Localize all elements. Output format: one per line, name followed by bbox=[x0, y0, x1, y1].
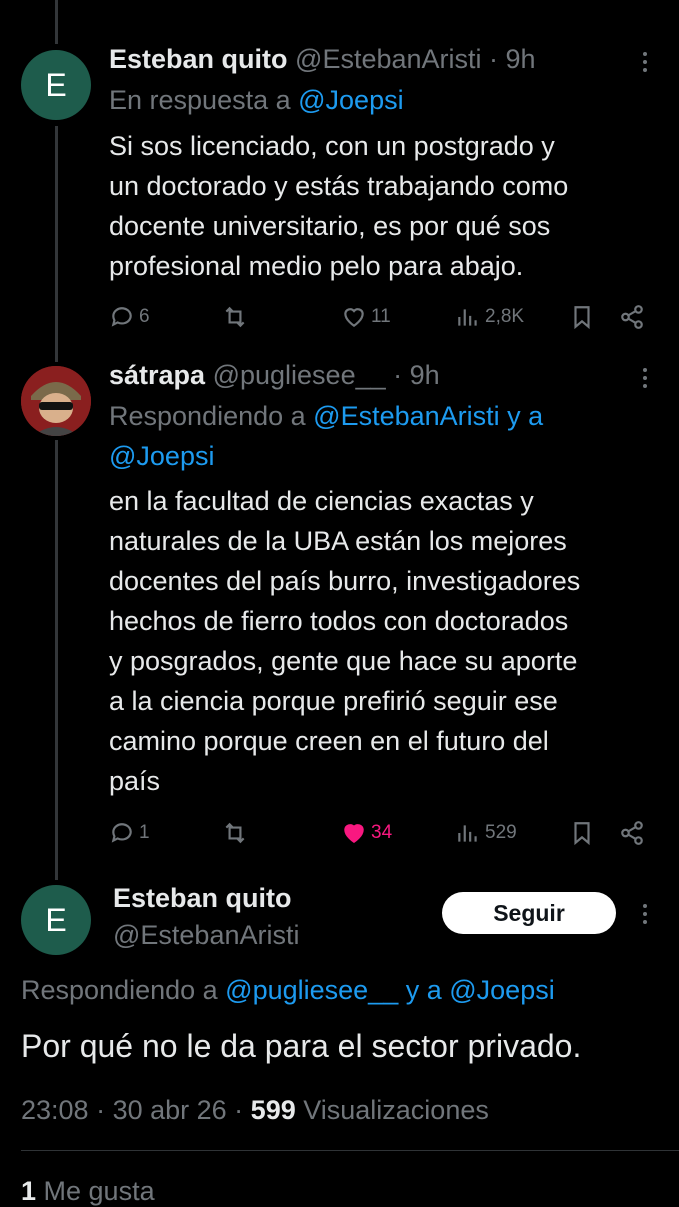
views-count: 599 bbox=[250, 1095, 296, 1125]
more-options-icon[interactable] bbox=[643, 368, 649, 388]
views-button[interactable]: 529 bbox=[455, 818, 517, 848]
separator: · bbox=[226, 1095, 251, 1125]
share-button[interactable] bbox=[619, 302, 645, 332]
post-date[interactable]: 30 abr 26 bbox=[113, 1095, 227, 1125]
text-line: Si sos licenciado, con un postgrado y bbox=[109, 131, 555, 161]
tweet-text: Por qué no le da para el sector privado. bbox=[21, 1028, 582, 1064]
reply-prefix: En respuesta a bbox=[109, 85, 299, 115]
separator: · bbox=[481, 44, 506, 74]
reply-context: En respuesta a @Joepsi bbox=[109, 80, 649, 120]
reply-context: Respondiendo a @EstebanAristi y a @Joeps… bbox=[109, 396, 649, 476]
display-name[interactable]: Esteban quito bbox=[109, 44, 288, 74]
retweet-icon bbox=[225, 306, 245, 328]
post-time[interactable]: 23:08 bbox=[21, 1095, 89, 1125]
thread-line-2 bbox=[55, 440, 58, 880]
reply-icon bbox=[111, 823, 132, 843]
user-handle[interactable]: @EstebanAristi bbox=[113, 920, 299, 951]
like-button[interactable]: 11 bbox=[341, 302, 391, 332]
timestamp[interactable]: 9h bbox=[410, 360, 440, 390]
avatar-letter: E bbox=[45, 901, 67, 938]
heart-icon bbox=[344, 824, 364, 843]
tweet-text: en la facultad de ciencias exactas y nat… bbox=[109, 481, 659, 801]
reply-count: 1 bbox=[139, 822, 150, 843]
text-line: docentes del país burro, investigadores bbox=[109, 566, 581, 596]
text-line: en la facultad de ciencias exactas y bbox=[109, 486, 534, 516]
share-icon bbox=[621, 305, 643, 329]
text-line: y posgrados, gente que hace su aporte bbox=[109, 646, 578, 676]
like-count: 34 bbox=[371, 822, 393, 843]
timestamp[interactable]: 9h bbox=[506, 44, 536, 74]
avatar[interactable] bbox=[21, 366, 91, 436]
share-button[interactable] bbox=[619, 818, 645, 848]
thread-line-top bbox=[55, 0, 58, 44]
retweet-button[interactable] bbox=[222, 818, 248, 848]
views-icon bbox=[458, 825, 477, 842]
reply-icon bbox=[111, 307, 132, 327]
reply-button[interactable]: 1 bbox=[109, 818, 150, 848]
separator: · bbox=[88, 1095, 113, 1125]
separator: · bbox=[385, 360, 410, 390]
bookmark-button[interactable] bbox=[569, 302, 595, 332]
mention-link[interactable]: @pugliesee__ bbox=[225, 975, 398, 1005]
mention-link[interactable]: @Joepsi bbox=[109, 441, 214, 471]
user-handle[interactable]: @EstebanAristi bbox=[295, 44, 481, 74]
likes-summary[interactable]: 1 Me gusta bbox=[21, 1176, 155, 1207]
mention-link[interactable]: @Joepsi bbox=[449, 975, 554, 1005]
action-bar: 1 34 529 bbox=[109, 818, 649, 848]
tweet-header: sátrapa @pugliesee__ · 9h bbox=[109, 360, 440, 391]
heart-icon bbox=[344, 308, 364, 327]
divider bbox=[21, 1150, 679, 1151]
text-line: país bbox=[109, 766, 161, 796]
likes-label: Me gusta bbox=[36, 1176, 155, 1206]
tweet-meta: 23:08 · 30 abr 26 · 599 Visualizaciones bbox=[21, 1095, 489, 1126]
text-line: un doctorado y estás trabajando como bbox=[109, 171, 569, 201]
tweet-text: Si sos licenciado, con un postgrado y un… bbox=[109, 126, 659, 286]
mention-link[interactable]: @Joepsi bbox=[298, 85, 403, 115]
avatar-letter: E bbox=[45, 66, 67, 103]
tweet-header: Esteban quito @EstebanAristi · 9h bbox=[109, 44, 536, 75]
thread-line-1 bbox=[55, 126, 58, 362]
reply-context: Respondiendo a @pugliesee__ y a @Joepsi bbox=[21, 975, 555, 1006]
bookmark-icon bbox=[574, 306, 590, 330]
reply-prefix: Respondiendo a bbox=[109, 401, 314, 431]
text-line: docente universitario, es por qué sos bbox=[109, 211, 551, 241]
share-icon bbox=[621, 821, 643, 845]
bookmark-icon bbox=[574, 822, 590, 846]
like-count: 11 bbox=[371, 306, 391, 327]
avatar[interactable]: E bbox=[21, 50, 91, 120]
views-label: Visualizaciones bbox=[295, 1095, 489, 1125]
views-count: 529 bbox=[485, 822, 517, 843]
text-line: hechos de fierro todos con doctorados bbox=[109, 606, 569, 636]
reply-and: y a bbox=[398, 975, 450, 1005]
retweet-icon bbox=[225, 822, 245, 844]
display-name[interactable]: sátrapa bbox=[109, 360, 205, 390]
user-handle[interactable]: @pugliesee__ bbox=[213, 360, 386, 390]
likes-count: 1 bbox=[21, 1176, 37, 1206]
mention-link[interactable]: @EstebanAristi bbox=[313, 401, 499, 431]
views-icon bbox=[458, 309, 477, 326]
reply-prefix: Respondiendo a bbox=[21, 975, 226, 1005]
retweet-button[interactable] bbox=[222, 302, 248, 332]
views-count: 2,8K bbox=[485, 306, 525, 327]
more-options-icon[interactable] bbox=[643, 52, 649, 72]
reply-count: 6 bbox=[139, 306, 150, 327]
action-bar: 6 11 2,8K bbox=[109, 302, 649, 332]
more-options-icon[interactable] bbox=[643, 904, 649, 924]
bookmark-button[interactable] bbox=[569, 818, 595, 848]
display-name[interactable]: Esteban quito bbox=[113, 883, 292, 914]
avatar-illustration bbox=[21, 366, 91, 436]
like-button[interactable]: 34 bbox=[341, 818, 392, 848]
text-line: a la ciencia porque prefirió seguir ese bbox=[109, 686, 558, 716]
avatar[interactable]: E bbox=[21, 885, 91, 955]
text-line: naturales de la UBA están los mejores bbox=[109, 526, 567, 556]
text-line: profesional medio pelo para abajo. bbox=[109, 251, 524, 281]
reply-and: y a bbox=[499, 401, 544, 431]
views-button[interactable]: 2,8K bbox=[455, 302, 524, 332]
reply-button[interactable]: 6 bbox=[109, 302, 150, 332]
text-line: camino porque creen en el futuro del bbox=[109, 726, 549, 756]
follow-button[interactable]: Seguir bbox=[442, 892, 616, 934]
